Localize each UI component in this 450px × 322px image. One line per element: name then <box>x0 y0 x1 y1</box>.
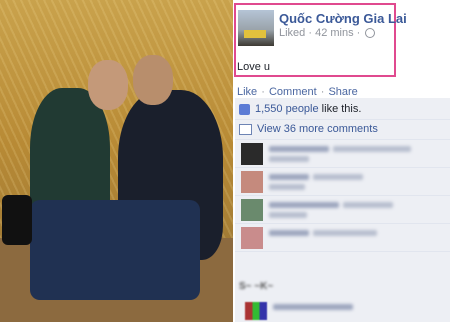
couple-photo <box>0 0 233 322</box>
comment-link[interactable]: Comment <box>269 86 317 98</box>
likes-count-link[interactable]: 1,550 people <box>255 103 319 115</box>
post-status-text: Love u <box>237 61 271 73</box>
comment-text-blurred <box>343 202 393 208</box>
commenter-name-blurred <box>269 230 309 236</box>
comment-item <box>235 196 450 224</box>
comment-item <box>235 168 450 196</box>
comment-meta-blurred <box>269 156 309 162</box>
comment-text-blurred <box>313 230 377 236</box>
commenter-name-blurred <box>269 202 339 208</box>
share-link[interactable]: Share <box>328 86 357 98</box>
comment-item <box>235 224 450 252</box>
comment-text-blurred <box>313 174 363 180</box>
comment-bubble-icon <box>239 123 252 135</box>
author-avatar[interactable] <box>238 10 274 46</box>
commenter-avatar[interactable] <box>241 143 263 165</box>
globe-icon <box>365 28 376 39</box>
likes-suffix: like this. <box>318 103 362 115</box>
comment-meta-blurred <box>269 212 307 218</box>
commenter-avatar[interactable] <box>241 199 263 221</box>
comment-meta-blurred <box>269 184 305 190</box>
post-time[interactable]: 42 mins <box>315 27 354 39</box>
comment-text-blurred <box>333 146 411 152</box>
commenter-name-blurred <box>269 146 329 152</box>
photo-person-man-head <box>133 55 173 105</box>
thumbs-up-icon <box>239 103 250 115</box>
feedback-box: 1,550 people like this. View 36 more com… <box>235 98 450 322</box>
photo-person-woman-head <box>88 60 128 110</box>
commenter-name-blurred <box>269 174 309 180</box>
photo-handbag <box>2 195 32 245</box>
blurred-avatar <box>245 302 267 320</box>
commenter-avatar[interactable] <box>241 227 263 249</box>
post-meta: Liked · 42 mins · <box>279 27 376 39</box>
likes-row: 1,550 people like this. <box>235 98 450 120</box>
blurred-text <box>273 304 353 310</box>
comment-item <box>235 140 450 168</box>
liked-label[interactable]: Liked <box>279 27 305 39</box>
photo-legs <box>30 200 200 300</box>
view-comments-row[interactable]: View 36 more comments <box>235 120 450 140</box>
commenter-avatar[interactable] <box>241 171 263 193</box>
author-name-link[interactable]: Quốc Cường Gia Lai <box>279 11 407 26</box>
like-link[interactable]: Like <box>237 86 257 98</box>
view-more-comments-link[interactable]: View 36 more comments <box>257 123 378 135</box>
post-actions: Like · Comment · Share <box>237 86 358 98</box>
blurred-section-heading: S~ ~K~ <box>239 281 274 292</box>
